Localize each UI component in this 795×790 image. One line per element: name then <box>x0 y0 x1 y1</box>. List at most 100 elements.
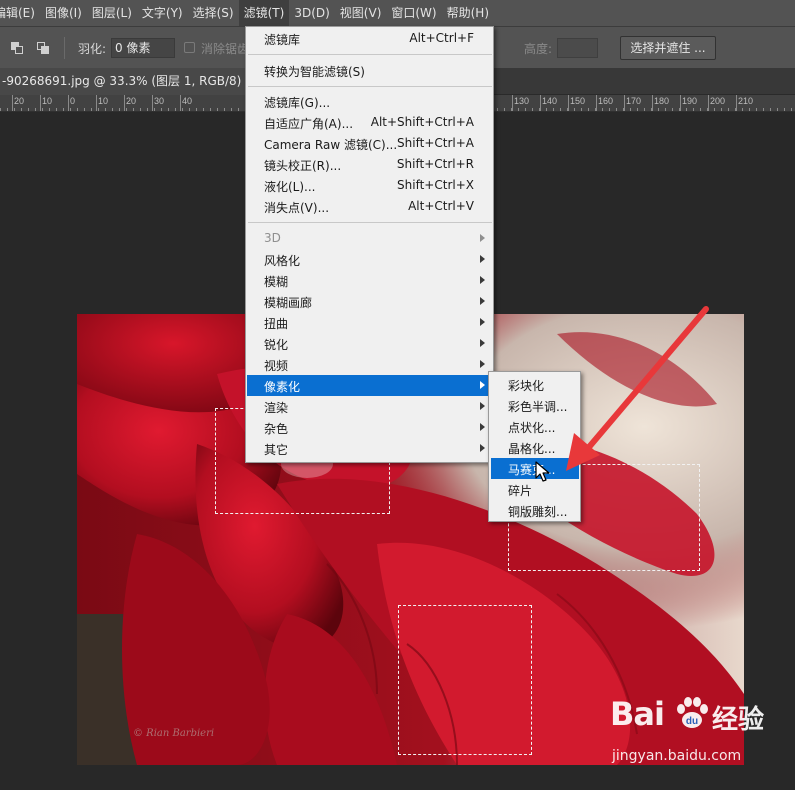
ruler-tick <box>124 95 125 111</box>
ruler-minor-tick <box>728 108 729 111</box>
menu-select[interactable]: 选择(S) <box>188 0 239 26</box>
ruler-tick <box>568 95 569 111</box>
ruler-minor-tick <box>595 108 596 111</box>
menu-item-stylize[interactable]: 风格化 <box>247 249 492 270</box>
ruler-minor-tick <box>112 108 113 111</box>
antialias-checkbox[interactable] <box>184 42 195 53</box>
ruler-label: 20 <box>126 96 137 106</box>
menu-item-blur[interactable]: 模糊 <box>247 270 492 291</box>
menu-item-noise[interactable]: 杂色 <box>247 417 492 438</box>
ruler-minor-tick <box>644 108 645 111</box>
menu-item-filter-gallery[interactable]: 滤镜库(G)... <box>247 91 492 112</box>
document-tab-title: -90268691.jpg @ 33.3% (图层 1, RGB/8) * <box>2 74 252 88</box>
menu-item-sharpen[interactable]: 锐化 <box>247 333 492 354</box>
submenu-arrow-icon <box>480 381 485 389</box>
ruler-minor-tick <box>749 108 750 111</box>
ruler-minor-tick <box>616 108 617 111</box>
ruler-minor-tick <box>168 108 169 111</box>
selection-marquee[interactable] <box>398 605 532 755</box>
ruler-label: 160 <box>598 96 614 106</box>
menu-window[interactable]: 窗口(W) <box>386 0 441 26</box>
ruler-minor-tick <box>56 108 57 111</box>
document-tab[interactable]: -90268691.jpg @ 33.3% (图层 1, RGB/8) * × <box>0 68 278 95</box>
ruler-tick <box>12 95 13 111</box>
menu-separator <box>248 86 492 87</box>
ruler-minor-tick <box>679 108 680 111</box>
menu-3d[interactable]: 3D(D) <box>289 0 334 26</box>
ruler-minor-tick <box>126 108 127 111</box>
ruler-label: 10 <box>42 96 53 106</box>
menu-item-liquify[interactable]: 液化(L)... Shift+Ctrl+X <box>247 175 492 196</box>
ruler-minor-tick <box>105 108 106 111</box>
menu-item-convert-smart-filter[interactable]: 转换为智能滤镜(S) <box>247 60 492 81</box>
menu-item-distort[interactable]: 扭曲 <box>247 312 492 333</box>
ruler-minor-tick <box>133 108 134 111</box>
ruler-minor-tick <box>518 108 519 111</box>
menu-item-camera-raw[interactable]: Camera Raw 滤镜(C)... Shift+Ctrl+A <box>247 133 492 154</box>
svg-text:du: du <box>686 716 698 727</box>
ruler-tick <box>512 95 513 111</box>
ruler-minor-tick <box>42 108 43 111</box>
mouse-pointer-icon <box>535 461 550 482</box>
menu-filter[interactable]: 滤镜(T) <box>238 0 290 26</box>
ruler-label: 30 <box>154 96 165 106</box>
menu-help[interactable]: 帮助(H) <box>442 0 494 26</box>
ruler-minor-tick <box>0 108 1 111</box>
menu-type[interactable]: 文字(Y) <box>137 0 188 26</box>
submenu-item-mezzotint[interactable]: 铜版雕刻... <box>491 500 579 521</box>
ruler-minor-tick <box>707 108 708 111</box>
height-input[interactable] <box>557 38 598 58</box>
ruler-minor-tick <box>651 108 652 111</box>
ruler-minor-tick <box>35 108 36 111</box>
submenu-arrow-icon <box>480 234 485 242</box>
feather-label: 羽化: <box>78 42 107 56</box>
select-and-mask-button[interactable]: 选择并遮住 ... <box>620 36 716 60</box>
menu-item-render[interactable]: 渲染 <box>247 396 492 417</box>
ruler-minor-tick <box>581 108 582 111</box>
menu-view[interactable]: 视图(V) <box>335 0 387 26</box>
ruler-minor-tick <box>98 108 99 111</box>
ruler-minor-tick <box>735 108 736 111</box>
watermark-brand: Bai <box>610 695 665 733</box>
ruler-minor-tick <box>182 108 183 111</box>
ruler-minor-tick <box>196 108 197 111</box>
menu-item-other[interactable]: 其它 <box>247 438 492 459</box>
subtract-selection-icon[interactable] <box>11 42 23 54</box>
menu-item-lens-correction[interactable]: 镜头校正(R)... Shift+Ctrl+R <box>247 154 492 175</box>
ruler-minor-tick <box>658 108 659 111</box>
ruler-label: 10 <box>98 96 109 106</box>
ruler-minor-tick <box>756 108 757 111</box>
paw-logo-icon: du <box>677 697 708 728</box>
menu-edit[interactable]: 编辑(E) <box>0 0 40 26</box>
submenu-arrow-icon <box>480 318 485 326</box>
intersect-selection-icon[interactable] <box>37 42 49 54</box>
ruler-label: 180 <box>654 96 670 106</box>
menu-item-adaptive-wide-angle[interactable]: 自适应广角(A)... Alt+Shift+Ctrl+A <box>247 112 492 133</box>
ruler-tick <box>708 95 709 111</box>
menu-item-vanishing-point[interactable]: 消失点(V)... Alt+Ctrl+V <box>247 196 492 217</box>
menu-separator <box>248 54 492 55</box>
watermark-url: jingyan.baidu.com <box>612 748 742 764</box>
ruler-minor-tick <box>504 108 505 111</box>
submenu-arrow-icon <box>480 444 485 452</box>
ruler-label: 210 <box>738 96 754 106</box>
ruler-minor-tick <box>511 108 512 111</box>
ruler-minor-tick <box>49 108 50 111</box>
menu-item-pixelate[interactable]: 像素化 <box>247 375 492 396</box>
photo-signature: © Rian Barbieri <box>133 728 215 739</box>
menu-item-video[interactable]: 视频 <box>247 354 492 375</box>
ruler-minor-tick <box>693 108 694 111</box>
ruler-tick <box>652 95 653 111</box>
baidu-watermark: Bai du 经验 jingyan.baidu.com <box>610 693 795 773</box>
ruler-minor-tick <box>91 108 92 111</box>
feather-input[interactable]: 0 像素 <box>111 38 175 58</box>
menu-item-filter-gallery-last[interactable]: 滤镜库 Alt+Ctrl+F <box>247 28 492 49</box>
menu-item-blur-gallery[interactable]: 模糊画廊 <box>247 291 492 312</box>
ruler-minor-tick <box>623 108 624 111</box>
menu-image[interactable]: 图像(I) <box>40 0 87 26</box>
menu-layer[interactable]: 图层(L) <box>87 0 137 26</box>
ruler-minor-tick <box>63 108 64 111</box>
submenu-arrow-icon <box>480 276 485 284</box>
ruler-tick <box>40 95 41 111</box>
ruler-tick <box>152 95 153 111</box>
